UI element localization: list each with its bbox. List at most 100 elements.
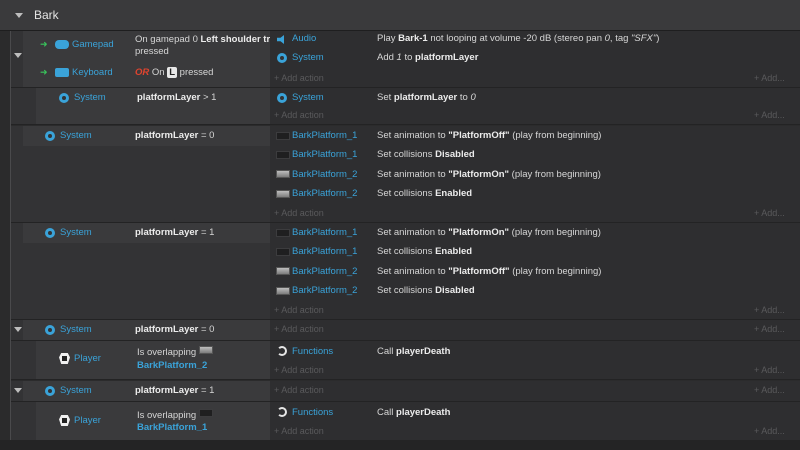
event-conditions[interactable]: System platformLayer = 0 — [23, 320, 270, 340]
event-actions[interactable]: System Set platformLayer to 0 + Add acti… — [270, 88, 800, 124]
event-collapse-triangle-icon[interactable] — [14, 327, 22, 332]
action-text-part: Play — [377, 33, 399, 44]
event-conditions[interactable]: System platformLayer > 1 — [36, 88, 270, 124]
gear-icon — [277, 93, 287, 103]
add-action-link[interactable]: + Add action — [274, 365, 324, 375]
action-text-part: Set collisions — [377, 246, 436, 257]
add-action-link[interactable]: + Add action — [274, 324, 324, 334]
action-object: BarkPlatform_1 — [292, 227, 358, 238]
event-row-6[interactable]: Player Is overlapping BarkPlatform_2 Fun… — [11, 341, 800, 379]
keyboard-icon — [55, 68, 69, 77]
condition-text[interactable]: platformLayer > 1 — [137, 92, 216, 104]
action-object: BarkPlatform_1 — [292, 149, 358, 160]
event-row-3[interactable]: System platformLayer = 0 BarkPlatform_1 … — [11, 126, 800, 222]
bottom-strip — [0, 440, 800, 450]
event-collapse-triangle-icon[interactable] — [14, 53, 22, 58]
condition-object: Player — [74, 415, 101, 426]
action-param: "PlatformOff" — [448, 130, 510, 141]
action-text[interactable]: Call playerDeath — [377, 407, 450, 419]
add-link[interactable]: + Add... — [754, 73, 785, 83]
gear-icon — [45, 325, 55, 335]
condition-object: Keyboard — [72, 67, 113, 78]
action-text[interactable]: Set animation to "PlatformOff" (play fro… — [377, 130, 601, 142]
action-text-part: Set animation to — [377, 227, 449, 238]
event-conditions[interactable]: System platformLayer = 1 — [23, 223, 270, 243]
action-param: playerDeath — [396, 346, 451, 357]
condition-object: Player — [74, 353, 101, 364]
condition-text-part: On gamepad 0 — [135, 34, 201, 45]
add-action-link[interactable]: + Add action — [274, 110, 324, 120]
add-link[interactable]: + Add... — [754, 385, 785, 395]
add-link[interactable]: + Add... — [754, 426, 785, 436]
condition-text[interactable]: platformLayer = 0 — [135, 130, 214, 142]
action-text[interactable]: Play Bark-1 not looping at volume -20 dB… — [377, 33, 659, 45]
condition-text[interactable]: platformLayer = 0 — [135, 324, 214, 336]
event-actions[interactable]: Functions Call playerDeath + Add action — [270, 402, 800, 440]
sprite-thumbnail-icon — [198, 409, 213, 417]
action-text-part: Set — [377, 92, 394, 103]
action-text-part: Set animation to — [377, 130, 449, 141]
action-text-part: Add — [377, 52, 397, 63]
condition-text[interactable]: OR On L pressed — [135, 67, 213, 79]
event-conditions[interactable]: System platformLayer = 1 — [23, 381, 270, 401]
add-link[interactable]: + Add... — [754, 110, 785, 120]
add-link[interactable]: + Add... — [754, 305, 785, 315]
action-text[interactable]: Call playerDeath — [377, 346, 450, 358]
event-actions[interactable]: + Add action — [270, 320, 800, 340]
collapse-triangle-icon[interactable] — [15, 13, 23, 18]
action-text-part: (play from beginning) — [509, 266, 602, 277]
event-row-8[interactable]: Player Is overlapping BarkPlatform_1 Fun… — [11, 402, 800, 440]
event-row-5[interactable]: System platformLayer = 0 + Add action + … — [11, 320, 800, 340]
action-text[interactable]: Set animation to "PlatformOff" (play fro… — [377, 266, 601, 278]
event-row-7[interactable]: System platformLayer = 1 + Add action + … — [11, 381, 800, 401]
group-header[interactable]: Bark — [0, 0, 800, 31]
action-object: Functions — [292, 346, 334, 357]
event-actions[interactable]: Functions Call playerDeath + Add action — [270, 341, 800, 379]
condition-object: System — [60, 385, 92, 396]
add-link[interactable]: + Add... — [754, 365, 785, 375]
add-action-link[interactable]: + Add action — [274, 73, 324, 83]
condition-text[interactable]: Is overlapping — [137, 346, 213, 359]
add-action-link[interactable]: + Add action — [274, 385, 324, 395]
event-row-4[interactable]: System platformLayer = 1 BarkPlatform_1 … — [11, 223, 800, 319]
action-text[interactable]: Set animation to "PlatformOn" (play from… — [377, 169, 601, 181]
event-row-2[interactable]: System platformLayer > 1 System Set plat… — [11, 88, 800, 124]
add-action-link[interactable]: + Add action — [274, 305, 324, 315]
event-conditions[interactable]: Player Is overlapping BarkPlatform_1 — [36, 402, 270, 440]
event-conditions[interactable]: Player Is overlapping BarkPlatform_2 — [36, 341, 270, 379]
event-collapse-triangle-icon[interactable] — [14, 388, 22, 393]
event-conditions[interactable]: System platformLayer = 0 — [23, 126, 270, 146]
functions-icon — [277, 346, 287, 356]
condition-text[interactable]: Is overlapping — [137, 409, 213, 422]
condition-text[interactable]: platformLayer = 1 — [135, 385, 214, 397]
action-param: playerDeath — [396, 407, 451, 418]
action-param: platformLayer — [415, 52, 479, 63]
event-actions[interactable]: + Add action — [270, 381, 800, 401]
action-text[interactable]: Set collisions Enabled — [377, 188, 472, 200]
event-actions[interactable]: Audio Play Bark-1 not looping at volume … — [270, 31, 800, 87]
action-text[interactable]: Set collisions Disabled — [377, 149, 475, 161]
add-link[interactable]: + Add... — [754, 324, 785, 334]
action-text[interactable]: Set collisions Enabled — [377, 246, 472, 258]
sprite-thumbnail-icon — [276, 190, 290, 198]
sprite-thumbnail-icon — [276, 229, 290, 237]
action-text[interactable]: Add 1 to platformLayer — [377, 52, 478, 64]
action-text[interactable]: Set animation to "PlatformOn" (play from… — [377, 227, 601, 239]
or-label: OR — [135, 67, 150, 78]
event-actions[interactable]: BarkPlatform_1 Set animation to "Platfor… — [270, 126, 800, 222]
condition-text[interactable]: platformLayer = 1 — [135, 227, 214, 239]
event-row-1[interactable]: ➜ Gamepad On gamepad 0 Left shoulder tri… — [11, 31, 800, 87]
event-conditions[interactable]: ➜ Gamepad On gamepad 0 Left shoulder tri… — [23, 31, 293, 87]
add-action-link[interactable]: + Add action — [274, 426, 324, 436]
action-text-part: to — [401, 52, 416, 63]
action-text[interactable]: Set platformLayer to 0 — [377, 92, 476, 104]
action-param: Enabled — [435, 188, 473, 199]
action-object: Audio — [292, 33, 317, 44]
action-object: System — [292, 52, 324, 63]
condition-text-part: Is overlapping — [137, 410, 199, 421]
event-actions[interactable]: BarkPlatform_1 Set animation to "Platfor… — [270, 223, 800, 319]
action-text[interactable]: Set collisions Disabled — [377, 285, 475, 297]
add-action-link[interactable]: + Add action — [274, 208, 324, 218]
add-link[interactable]: + Add... — [754, 208, 785, 218]
action-param: Disabled — [435, 149, 475, 160]
